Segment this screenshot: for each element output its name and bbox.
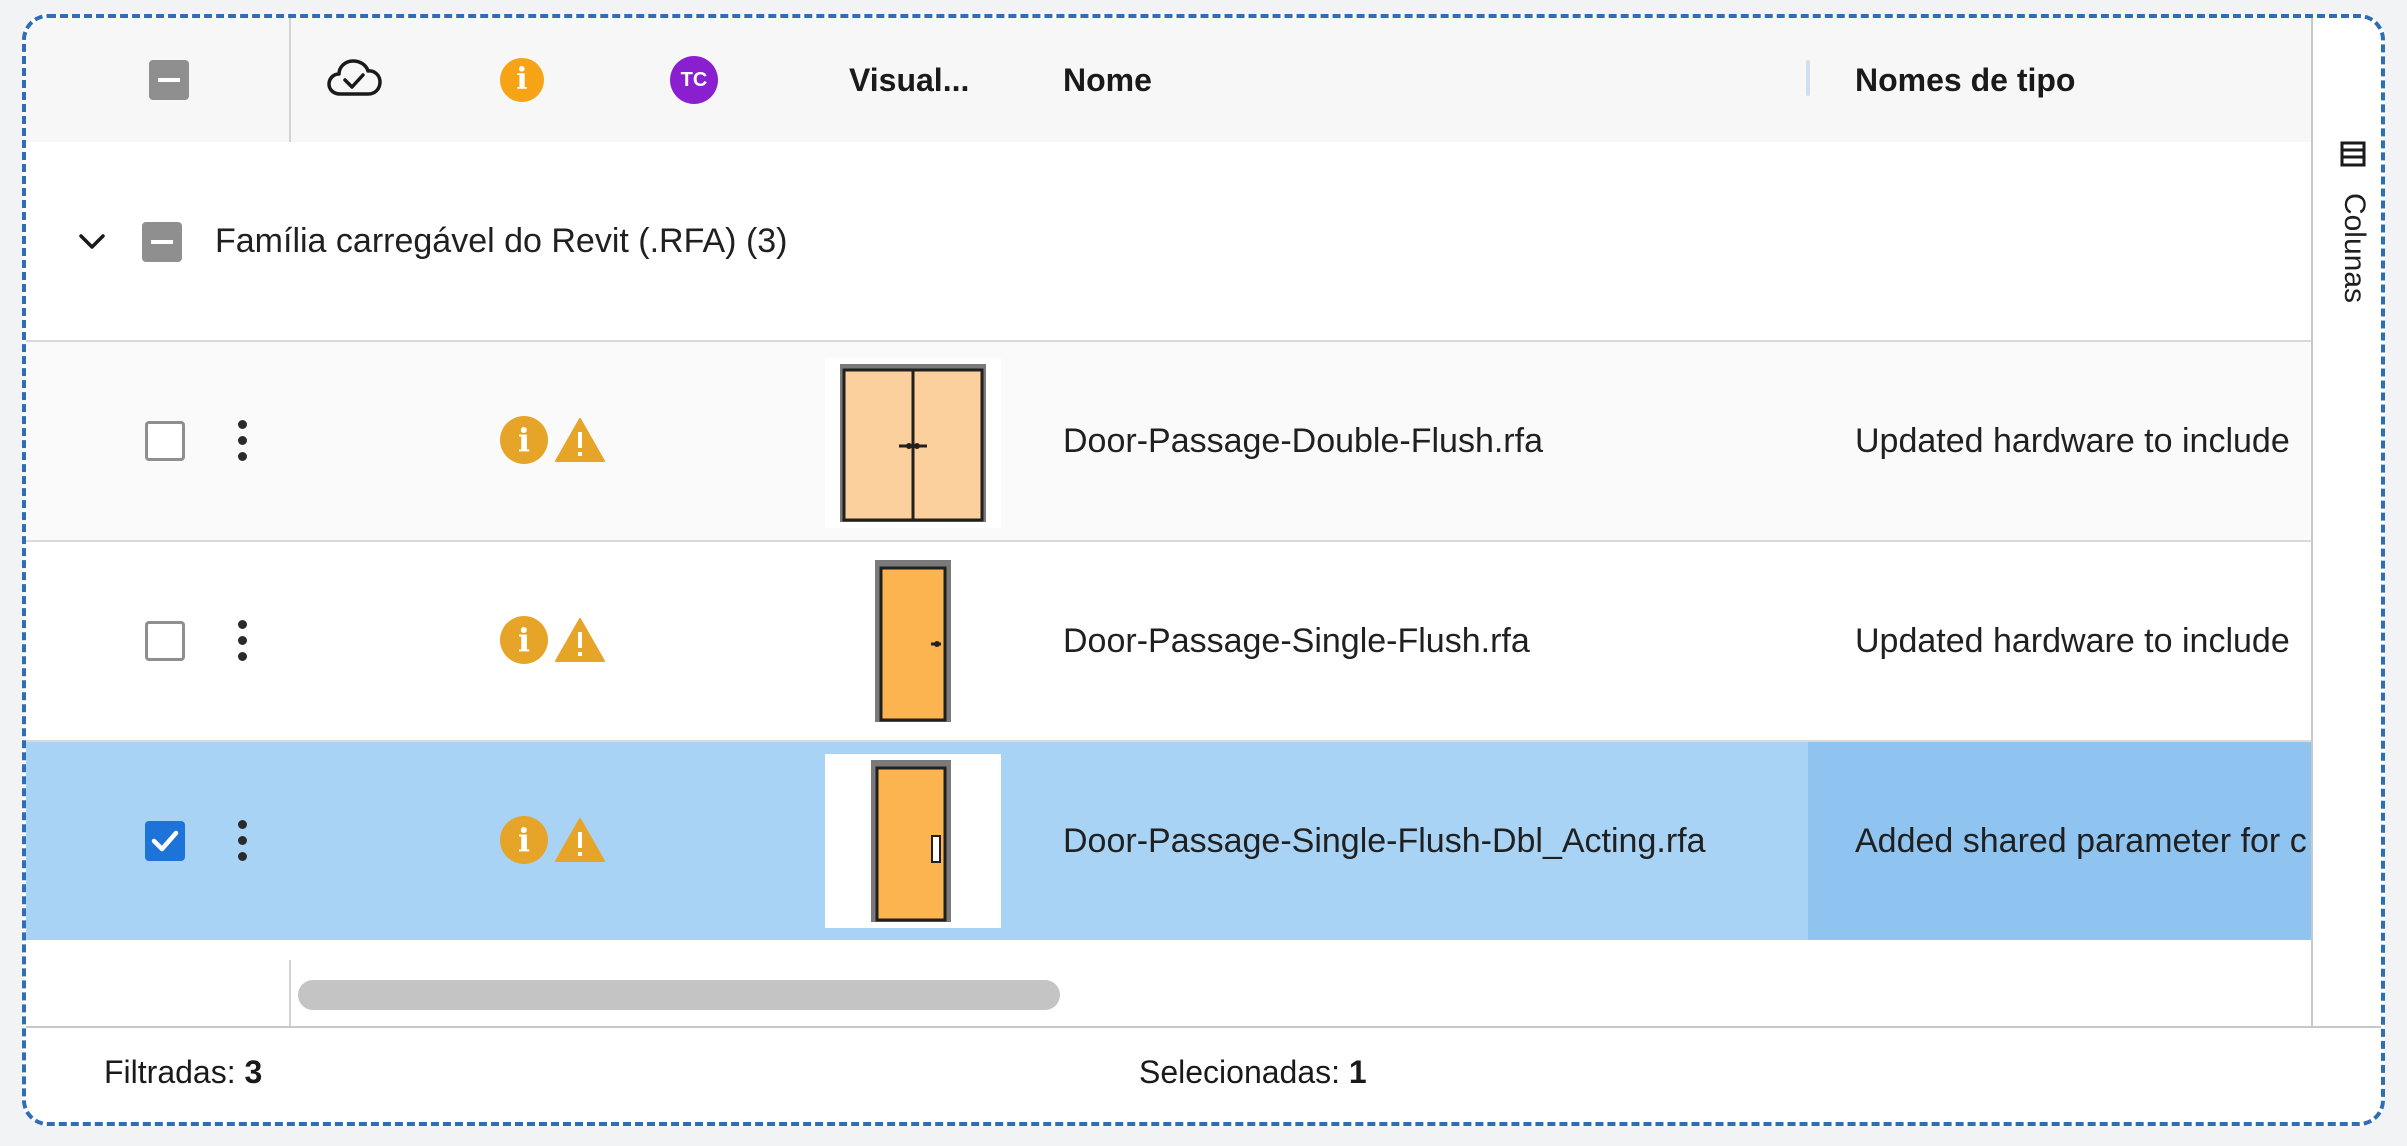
row-checkbox-checked[interactable] [145, 821, 185, 861]
user-avatar[interactable]: TC [670, 56, 718, 104]
type-names-cell: Updated hardware to include [1855, 622, 2290, 660]
thumbnail-double-door[interactable] [825, 358, 1001, 528]
type-names-cell: Updated hardware to include [1855, 422, 2290, 460]
more-vert-icon[interactable] [238, 620, 247, 661]
column-header-name[interactable]: Nome [1063, 62, 1152, 99]
selected-count: Selecionadas: 1 [1139, 1054, 1367, 1090]
file-table-panel: i TC Visual... Nome Nomes de tipo Famíli… [22, 14, 2385, 1126]
group-label: Família carregável do Revit (.RFA) (3) [215, 222, 788, 260]
header-divider [289, 18, 291, 142]
warning-icon[interactable] [554, 816, 606, 864]
cloud-check-icon[interactable] [326, 58, 382, 102]
select-all-checkbox[interactable] [149, 60, 189, 100]
row-checkbox[interactable] [145, 621, 185, 661]
thumbnail-single-door-dbl-acting[interactable] [825, 754, 1001, 928]
file-name[interactable]: Door-Passage-Double-Flush.rfa [1063, 422, 1543, 461]
file-name[interactable]: Door-Passage-Single-Flush-Dbl_Acting.rfa [1063, 822, 1706, 861]
warning-icon[interactable] [554, 416, 606, 464]
column-resize-handle[interactable] [1806, 60, 1810, 96]
file-name[interactable]: Door-Passage-Single-Flush.rfa [1063, 622, 1530, 661]
columns-tab-label[interactable]: Colunas [2334, 168, 2374, 328]
row-checkbox[interactable] [145, 421, 185, 461]
chevron-down-icon[interactable] [76, 226, 108, 258]
type-names-cell: Added shared parameter for c [1855, 822, 2307, 860]
columns-icon[interactable] [2339, 140, 2367, 168]
scroll-divider [289, 960, 291, 1026]
info-icon[interactable]: i [500, 416, 548, 464]
horizontal-scrollbar-thumb[interactable] [298, 980, 1060, 1010]
info-column-icon[interactable]: i [500, 58, 544, 102]
more-vert-icon[interactable] [238, 420, 247, 461]
info-icon[interactable]: i [500, 816, 548, 864]
column-header-visual[interactable]: Visual... [849, 62, 969, 99]
warning-icon[interactable] [554, 616, 606, 664]
info-icon[interactable]: i [500, 616, 548, 664]
more-vert-icon[interactable] [238, 820, 247, 861]
thumbnail-single-door[interactable] [871, 554, 955, 726]
filtered-count: Filtradas: 3 [104, 1054, 263, 1090]
group-checkbox[interactable] [142, 222, 182, 262]
column-header-type-names[interactable]: Nomes de tipo [1855, 62, 2075, 99]
